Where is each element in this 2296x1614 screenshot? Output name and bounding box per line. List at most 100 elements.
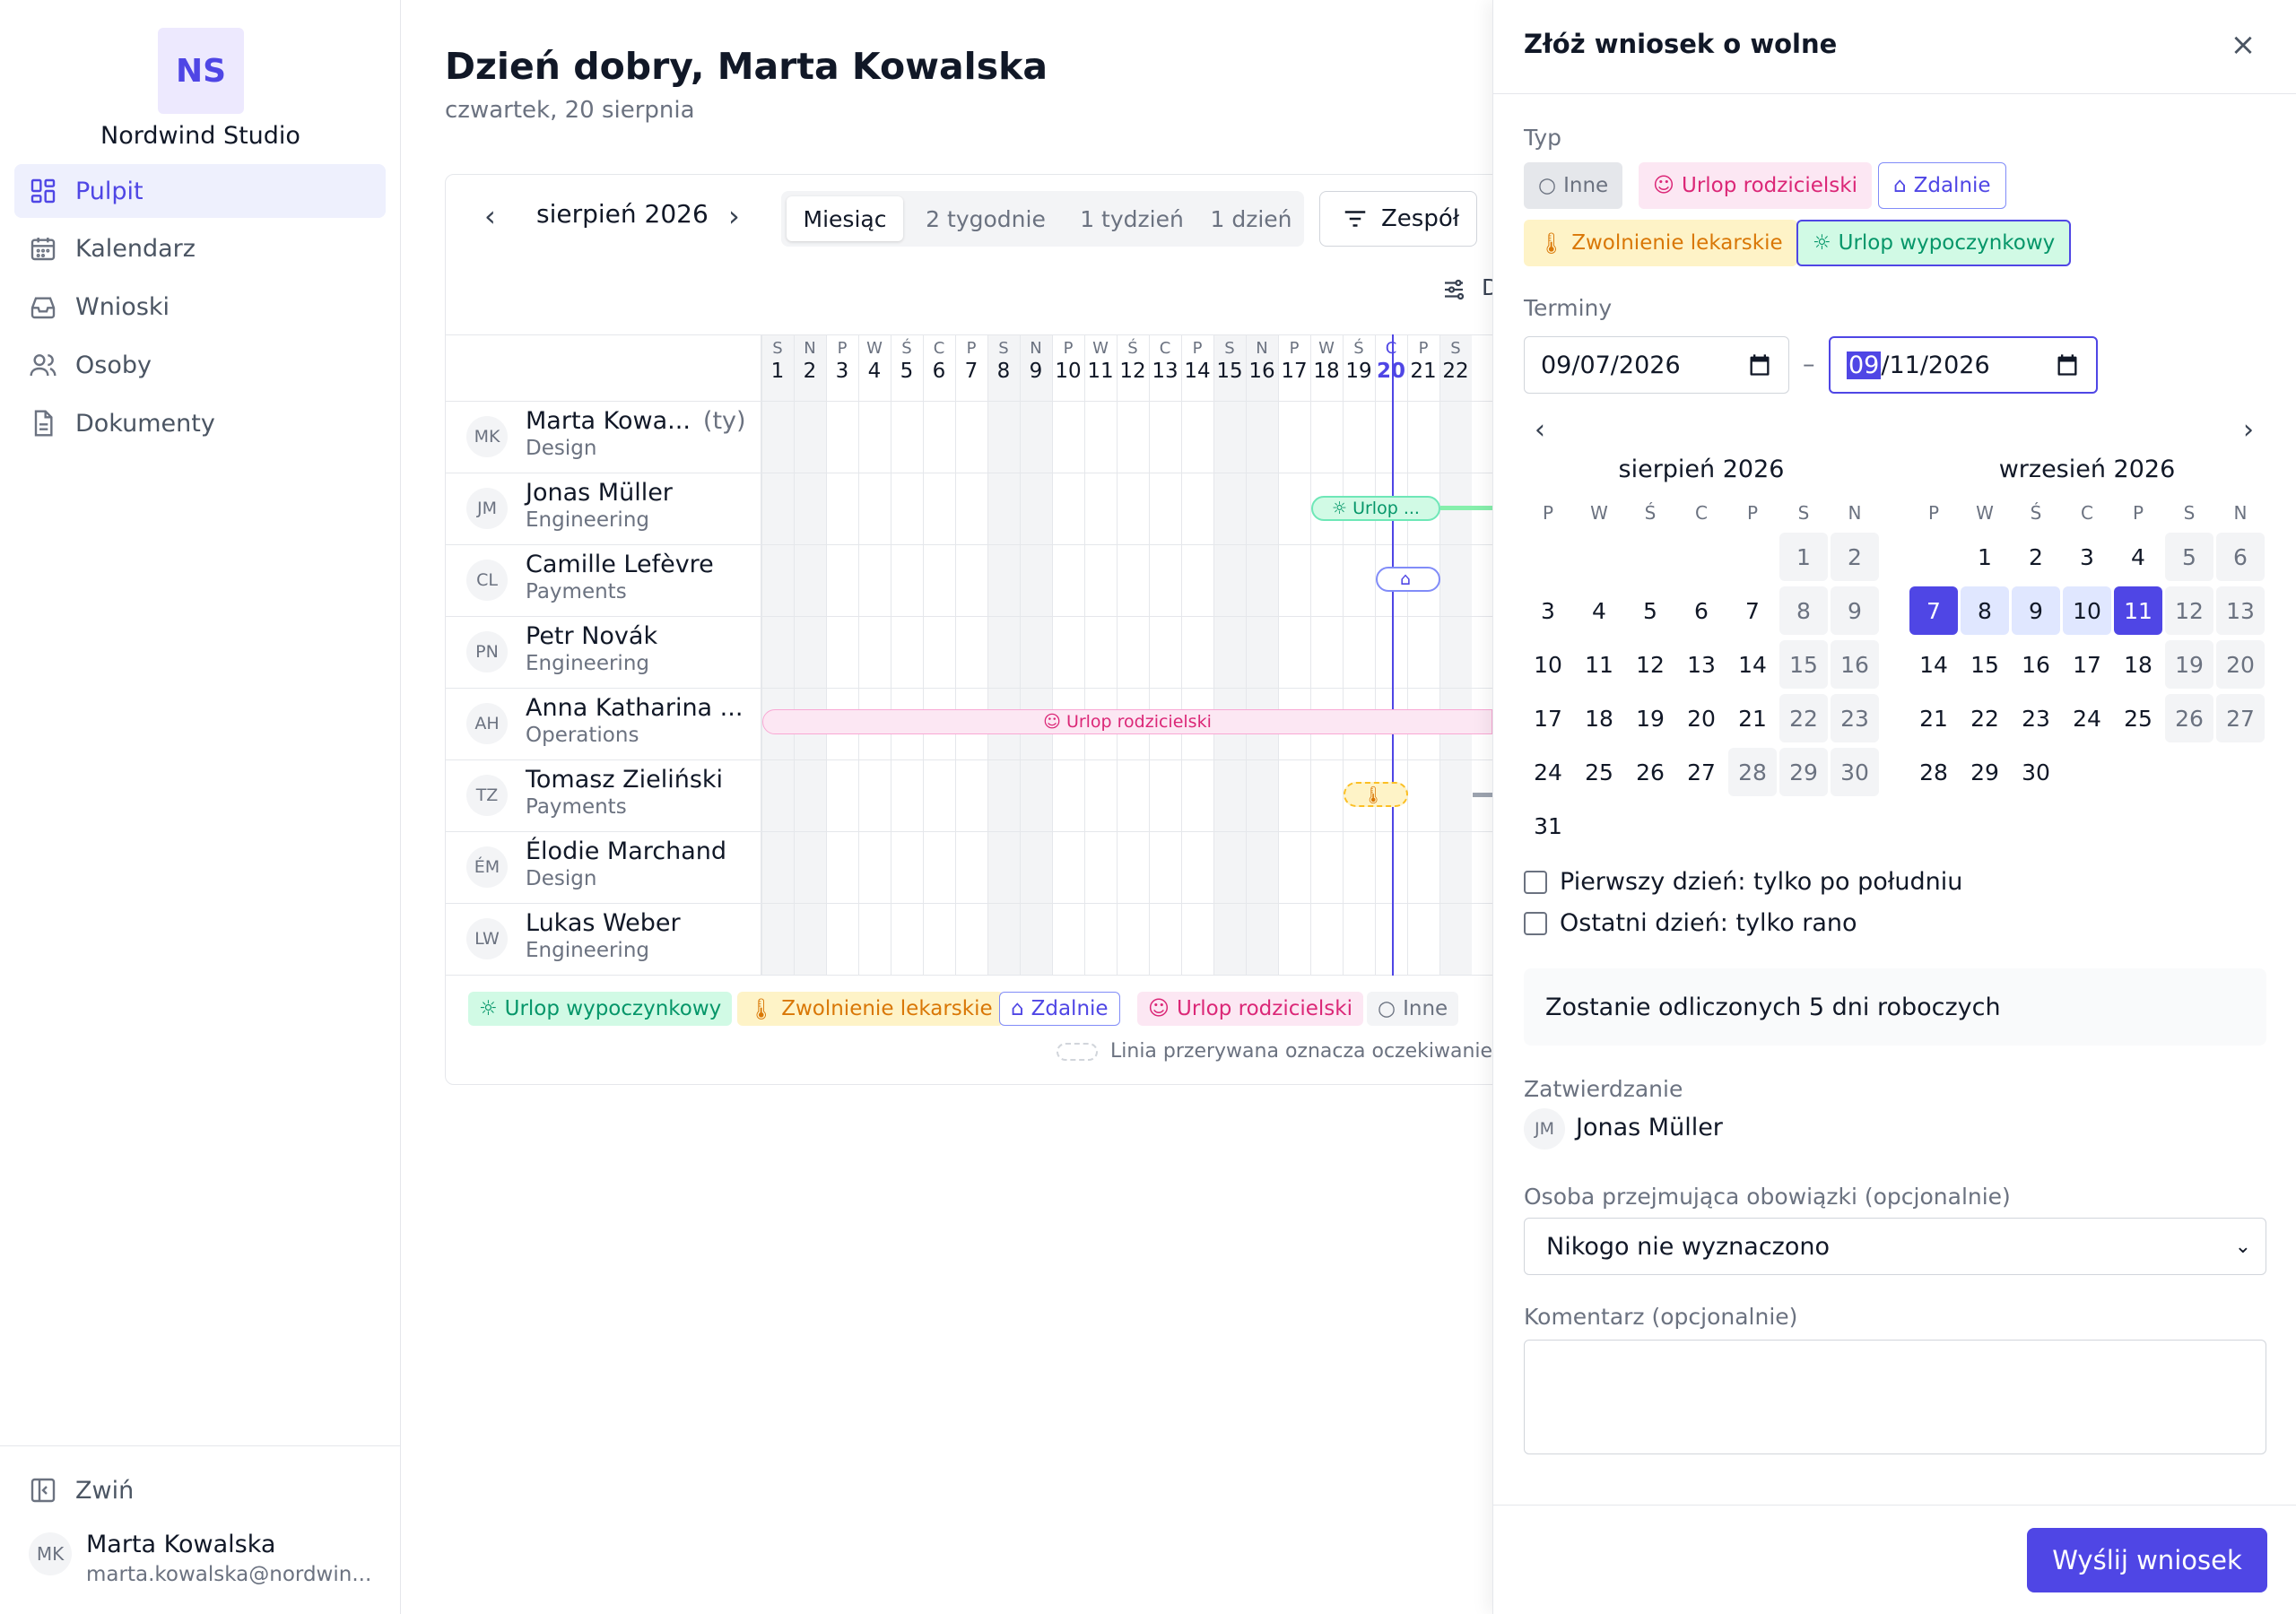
calendar-day[interactable]: 8 [1961,586,2009,635]
calendar-day[interactable]: 20 [2216,640,2265,689]
next-month-button[interactable]: › [728,199,740,233]
calendar-day[interactable]: 12 [2165,586,2213,635]
calendar-day[interactable]: 28 [1728,748,1777,796]
calendar-day[interactable]: 9 [1831,586,1879,635]
calendar-day[interactable]: 21 [1909,694,1958,742]
calendar-day[interactable]: 23 [1831,694,1879,742]
calendar-day[interactable]: 30 [2012,748,2060,796]
calendar-day[interactable]: 10 [2063,586,2111,635]
calendar-day[interactable]: 17 [1524,694,1572,742]
close-icon[interactable]: × [2225,27,2261,63]
calendar-day[interactable]: 18 [1575,694,1623,742]
calendar-day[interactable]: 30 [1831,748,1879,796]
calendar-day[interactable]: 2 [2012,533,2060,581]
calendar-day[interactable]: 7 [1728,586,1777,635]
last-day-morning-checkbox[interactable]: Ostatni dzień: tylko rano [1524,909,1857,937]
calendar-day[interactable]: 16 [1831,640,1879,689]
checkbox[interactable] [1524,870,1547,894]
calendar-day[interactable]: 5 [1626,586,1674,635]
calendar-day[interactable]: 15 [1779,640,1828,689]
calendar-day[interactable]: 31 [1524,802,1572,850]
first-day-afternoon-checkbox[interactable]: Pierwszy dzień: tylko po południu [1524,868,1962,896]
calendar-day[interactable]: 22 [1961,694,2009,742]
type-chip-remote[interactable]: ⌂ Zdalnie [1878,162,2006,209]
calendar-day[interactable]: 17 [2063,640,2111,689]
end-date-input[interactable]: 09/11/2026 [1829,336,2098,394]
sidebar-item-wnioski[interactable]: Wnioski [14,280,386,334]
calendar-day[interactable]: 20 [1677,694,1726,742]
calendar-day[interactable]: 4 [1575,586,1623,635]
submit-request-button[interactable]: Wyślij wniosek [2027,1528,2267,1592]
calendar-day[interactable]: 27 [2216,694,2265,742]
calendar-day[interactable]: 25 [1575,748,1623,796]
calendar-day[interactable]: 29 [1779,748,1828,796]
sidebar-item-osoby[interactable]: Osoby [14,338,386,392]
sidebar-item-dokumenty[interactable]: Dokumenty [14,396,386,450]
substitute-select[interactable]: Nikogo nie wyznaczono ⌄ [1524,1218,2266,1275]
view-day-button[interactable]: 1 dzień [1203,196,1300,241]
start-date-input[interactable]: 09/07/2026 [1524,336,1789,394]
calendar-day[interactable]: 23 [2012,694,2060,742]
calendar-day[interactable]: 14 [1728,640,1777,689]
calendar-icon[interactable] [2055,352,2080,377]
calendar-icon[interactable] [1747,352,1772,377]
prev-month-button[interactable]: ‹ [484,199,496,233]
sick-bar-tomasz[interactable]: 🌡︎ [1344,782,1408,807]
calendar-day[interactable]: 24 [1524,748,1572,796]
type-chip-parental[interactable]: ☺ Urlop rodzicielski [1639,162,1873,209]
calendar-day[interactable]: 11 [1575,640,1623,689]
other-bar-tomasz[interactable] [1473,793,1492,797]
type-chip-other[interactable]: ○ Inne [1524,162,1623,209]
calendar-day[interactable]: 26 [1626,748,1674,796]
calendar-prev-button[interactable]: ‹ [1535,414,1545,446]
view-2weeks-button[interactable]: 2 tygodnie [910,196,1061,241]
sidebar-item-kalendarz[interactable]: Kalendarz [14,221,386,275]
calendar-day[interactable]: 1 [1961,533,2009,581]
calendar-day[interactable]: 21 [1728,694,1777,742]
calendar-next-button[interactable]: › [2243,414,2254,446]
view-month-button[interactable]: Miesiąc [787,196,903,241]
calendar-day[interactable]: 18 [2114,640,2162,689]
calendar-day[interactable]: 8 [1779,586,1828,635]
calendar-day[interactable]: 22 [1779,694,1828,742]
calendar-day[interactable]: 2 [1831,533,1879,581]
parental-bar-anna[interactable]: ☺ Urlop rodzicielski [762,709,1492,734]
calendar-day[interactable]: 27 [1677,748,1726,796]
calendar-day[interactable]: 14 [1909,640,1958,689]
calendar-day[interactable]: 4 [2114,533,2162,581]
calendar-day[interactable]: 15 [1961,640,2009,689]
calendar-day[interactable]: 13 [1677,640,1726,689]
calendar-day[interactable]: 3 [1524,586,1572,635]
avatar[interactable]: MK [29,1532,72,1575]
calendar-day[interactable]: 12 [1626,640,1674,689]
team-filter-button[interactable]: Zespół [1319,191,1477,247]
calendar-day[interactable]: 5 [2165,533,2213,581]
type-chip-sick[interactable]: 🌡︎ Zwolnienie lekarskie [1524,220,1797,266]
calendar-day[interactable]: 19 [1626,694,1674,742]
vacation-bar-jonas[interactable]: ☼ Urlop ... [1311,496,1440,521]
calendar-day[interactable]: 25 [2114,694,2162,742]
type-chip-vacation[interactable]: ☼ Urlop wypoczynkowy [1796,220,2072,266]
sidebar-item-pulpit[interactable]: Pulpit [14,164,386,218]
calendar-day[interactable]: 9 [2012,586,2060,635]
calendar-day[interactable]: 6 [1677,586,1726,635]
calendar-day[interactable]: 28 [1909,748,1958,796]
sliders-icon[interactable] [1440,276,1467,303]
comment-textarea[interactable] [1524,1340,2266,1454]
calendar-day[interactable]: 11 [2114,586,2162,635]
calendar-day[interactable]: 6 [2216,533,2265,581]
calendar-day[interactable]: 1 [1779,533,1828,581]
remote-bar-camille[interactable]: ⌂ [1376,567,1440,592]
calendar-day[interactable]: 29 [1961,748,2009,796]
calendar-day[interactable]: 26 [2165,694,2213,742]
calendar-day[interactable]: 7 [1909,586,1958,635]
checkbox[interactable] [1524,911,1547,935]
calendar-day[interactable]: 24 [2063,694,2111,742]
calendar-day[interactable]: 10 [1524,640,1572,689]
calendar-weekday: N [1848,502,1862,524]
view-week-button[interactable]: 1 tydzień [1066,196,1197,241]
calendar-day[interactable]: 16 [2012,640,2060,689]
calendar-day[interactable]: 19 [2165,640,2213,689]
calendar-day[interactable]: 3 [2063,533,2111,581]
calendar-day[interactable]: 13 [2216,586,2265,635]
